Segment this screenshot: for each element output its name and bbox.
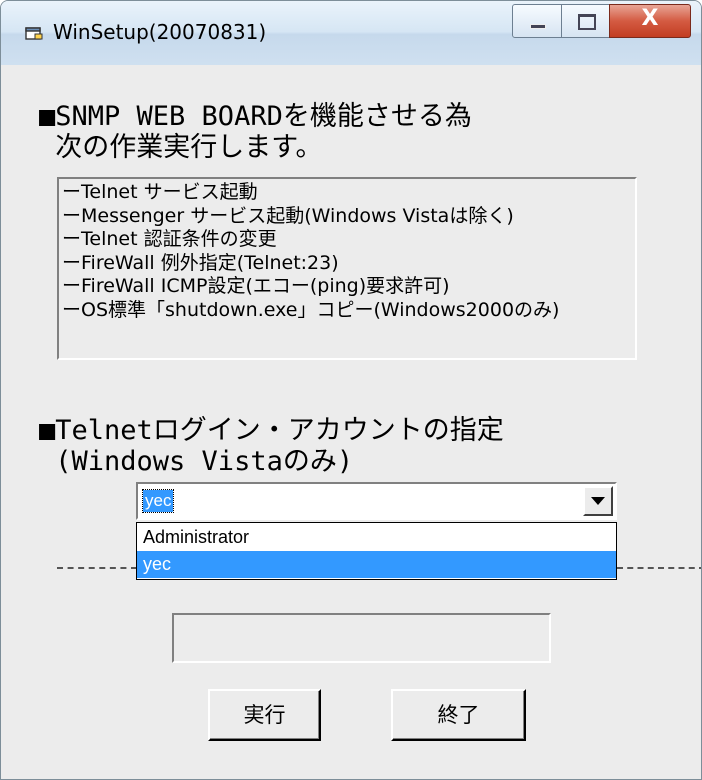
setup-window: WinSetup(20070831) X ■SNMP WEB BOARDを機能さ… bbox=[0, 0, 702, 780]
list-item: ーOS標準「shutdown.exe」コピー(Windows2000のみ) bbox=[62, 298, 560, 321]
list-item: ーFireWall 例外指定(Telnet:23) bbox=[62, 251, 339, 274]
dropdown-button[interactable] bbox=[583, 486, 613, 516]
account-dropdown-list: Administrator yec bbox=[136, 522, 617, 580]
status-textbox[interactable] bbox=[172, 613, 551, 663]
heading-line: (Windows Vistaのみ) bbox=[39, 446, 354, 477]
run-button[interactable]: 実行 bbox=[208, 689, 321, 741]
separator-line bbox=[57, 567, 137, 569]
section-heading-account: ■Telnetログイン・アカウントの指定 (Windows Vistaのみ) bbox=[39, 415, 504, 477]
chevron-down-icon bbox=[591, 497, 605, 505]
task-list: ーTelnet サービス起動 ーMessenger サービス起動(Windows… bbox=[57, 177, 637, 360]
combobox-value: yec bbox=[141, 489, 175, 513]
list-item: ーMessenger サービス起動(Windows Vistaは除く) bbox=[62, 204, 514, 227]
section-heading-tasks: ■SNMP WEB BOARDを機能させる為 次の作業実行します。 bbox=[39, 101, 472, 163]
dropdown-option-selected[interactable]: yec bbox=[137, 551, 616, 578]
minimize-button[interactable] bbox=[512, 4, 562, 38]
window-title: WinSetup(20070831) bbox=[53, 20, 267, 44]
list-item: ーTelnet 認証条件の変更 bbox=[62, 228, 277, 250]
list-item: ーTelnet サービス起動 bbox=[62, 181, 258, 203]
heading-line: 次の作業実行します。 bbox=[39, 132, 323, 163]
title-bar[interactable]: WinSetup(20070831) X bbox=[1, 1, 701, 65]
app-icon bbox=[25, 27, 43, 40]
maximize-icon bbox=[578, 14, 596, 30]
list-item: ーFireWall ICMP設定(エコー(ping)要求許可) bbox=[62, 275, 450, 297]
separator-line bbox=[617, 567, 701, 569]
close-button[interactable]: X bbox=[609, 4, 691, 38]
account-combobox[interactable]: yec bbox=[136, 482, 617, 520]
dropdown-option[interactable]: Administrator bbox=[137, 524, 616, 551]
maximize-button[interactable] bbox=[561, 4, 610, 38]
heading-line: ■SNMP WEB BOARDを機能させる為 bbox=[39, 101, 472, 132]
close-icon: X bbox=[641, 6, 659, 31]
minimize-icon bbox=[530, 24, 546, 29]
exit-button[interactable]: 終了 bbox=[391, 689, 526, 741]
heading-line: ■Telnetログイン・アカウントの指定 bbox=[39, 415, 504, 446]
